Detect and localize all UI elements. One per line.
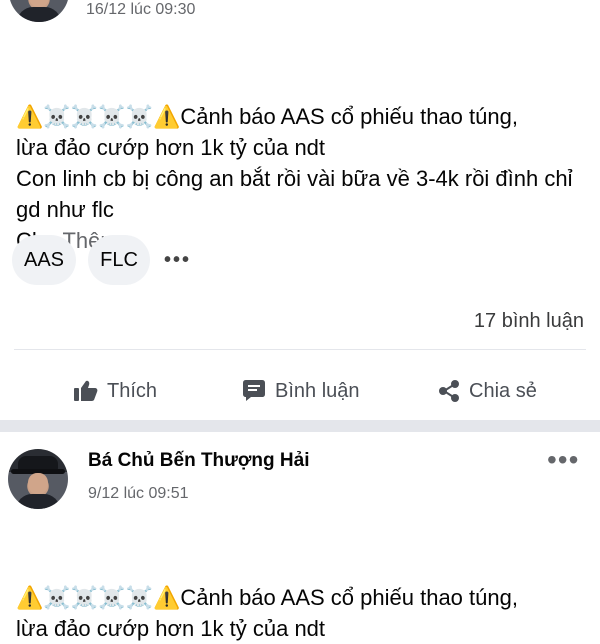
post-body[interactable]: ⚠️☠️☠️☠️☠️⚠️Cảnh báo AAS cổ phiếu thao t…	[16, 551, 591, 644]
hashtag-flc[interactable]: FLC	[88, 235, 150, 285]
post-body[interactable]: ⚠️☠️☠️☠️☠️⚠️Cảnh báo AAS cổ phiếu thao t…	[16, 70, 591, 256]
author-avatar[interactable]	[8, 449, 68, 509]
like-label: Thích	[107, 379, 158, 402]
comment-label: Bình luận	[275, 379, 360, 402]
post-text: lừa đảo cướp hơn 1k tỷ của ndt	[16, 616, 326, 641]
more-hashtags-icon[interactable]: •••	[164, 249, 191, 272]
post-separator	[0, 420, 600, 432]
warning-skull-emojis: ⚠️☠️☠️☠️☠️⚠️	[16, 585, 181, 610]
author-name[interactable]: Bá Chủ Bến Thượng Hải	[88, 450, 310, 472]
comments-count[interactable]: 17 bình luận	[474, 310, 584, 333]
post-1: 16/12 lúc 09:30 ⚠️☠️☠️☠️☠️⚠️Cảnh báo AAS…	[0, 0, 600, 420]
post-text-first-line: Cảnh báo AAS cổ phiếu thao túng,	[180, 585, 518, 610]
post-actions: Thích Bình luận Chia sẻ	[0, 367, 600, 421]
reaction-divider	[14, 349, 586, 350]
share-label: Chia sẻ	[469, 379, 537, 402]
more-options-icon[interactable]: •••	[547, 446, 579, 474]
share-button[interactable]: Chia sẻ	[437, 379, 537, 403]
hashtag-aas[interactable]: AAS	[12, 235, 76, 285]
post-timestamp[interactable]: 16/12 lúc 09:30	[86, 1, 195, 19]
like-button[interactable]: Thích	[73, 379, 157, 403]
warning-skull-emojis: ⚠️☠️☠️☠️☠️⚠️	[16, 104, 181, 129]
author-avatar[interactable]	[9, 0, 69, 22]
comment-button[interactable]: Bình luận	[241, 379, 360, 403]
share-icon	[439, 380, 459, 402]
post-text-first-line: Cảnh báo AAS cổ phiếu thao túng,	[180, 104, 518, 129]
thumbs-up-icon	[74, 380, 98, 401]
post-2: Bá Chủ Bến Thượng Hải 9/12 lúc 09:51 •••…	[0, 432, 600, 641]
post-timestamp[interactable]: 9/12 lúc 09:51	[88, 485, 189, 503]
speech-bubble-icon	[243, 380, 265, 401]
hashtag-chips: AAS FLC •••	[12, 234, 191, 286]
